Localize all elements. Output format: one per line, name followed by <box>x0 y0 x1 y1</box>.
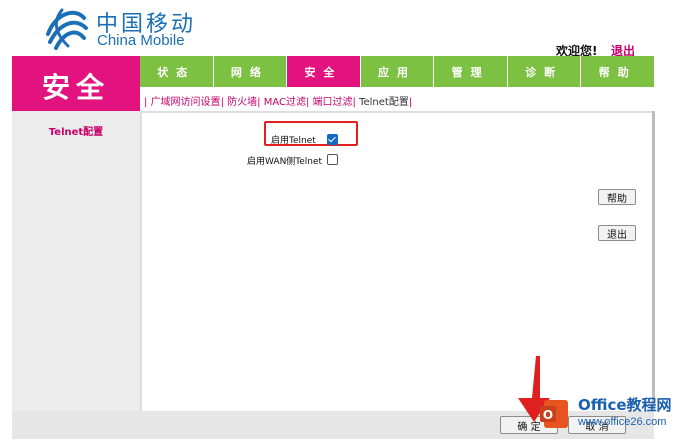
logo-text-en: China Mobile <box>97 32 185 49</box>
watermark: O Office教程网 www.office26.com <box>536 392 698 438</box>
tab-help[interactable]: 帮助 <box>580 56 655 87</box>
help-button[interactable]: 帮助 <box>598 189 636 205</box>
watermark-title: Office教程网 <box>578 396 672 414</box>
enable-wan-telnet-label: 启用WAN侧Telnet <box>247 157 323 167</box>
tab-status[interactable]: 状态 <box>140 56 213 87</box>
subnav-firewall[interactable]: 防火墙 <box>227 97 257 108</box>
subnav-wan-access[interactable]: 广域网访问设置 <box>151 97 221 108</box>
svg-text:O: O <box>543 408 553 422</box>
china-mobile-logo: 中国移动 China Mobile <box>42 4 202 52</box>
enable-telnet-label: 启用Telnet <box>271 136 316 146</box>
subnav-port-filter[interactable]: 端口过滤 <box>313 97 353 108</box>
content-panel <box>140 111 654 411</box>
subnav-telnet-config[interactable]: Telnet配置 <box>359 97 409 108</box>
office-logo-icon: O <box>540 400 568 428</box>
enable-wan-telnet-checkbox[interactable] <box>327 154 338 165</box>
top-nav: 状态 网络 安全 应用 管理 诊断 帮助 <box>140 56 655 87</box>
tab-network[interactable]: 网络 <box>212 56 287 87</box>
tab-management[interactable]: 管理 <box>433 56 507 87</box>
sidebar: Telnet配置 <box>12 111 140 411</box>
section-title: 安全 <box>41 71 110 104</box>
watermark-url: www.office26.com <box>578 416 667 428</box>
tab-application[interactable]: 应用 <box>359 56 434 87</box>
china-mobile-logo-icon <box>46 8 88 50</box>
content-scrollbar[interactable] <box>652 111 655 411</box>
enable-telnet-checkbox[interactable] <box>327 134 338 145</box>
section-header: 安全 <box>12 56 140 111</box>
subnav-mac-filter[interactable]: MAC过滤 <box>264 97 306 108</box>
tab-diagnostics[interactable]: 诊断 <box>506 56 581 87</box>
sidebar-item-telnet-config[interactable]: Telnet配置 <box>12 123 140 138</box>
tab-security[interactable]: 安全 <box>286 56 360 87</box>
sub-nav: | 广域网访问设置| 防火墙| MAC过滤| 端口过滤| Telnet配置| <box>140 87 654 111</box>
exit-button[interactable]: 退出 <box>598 225 636 241</box>
